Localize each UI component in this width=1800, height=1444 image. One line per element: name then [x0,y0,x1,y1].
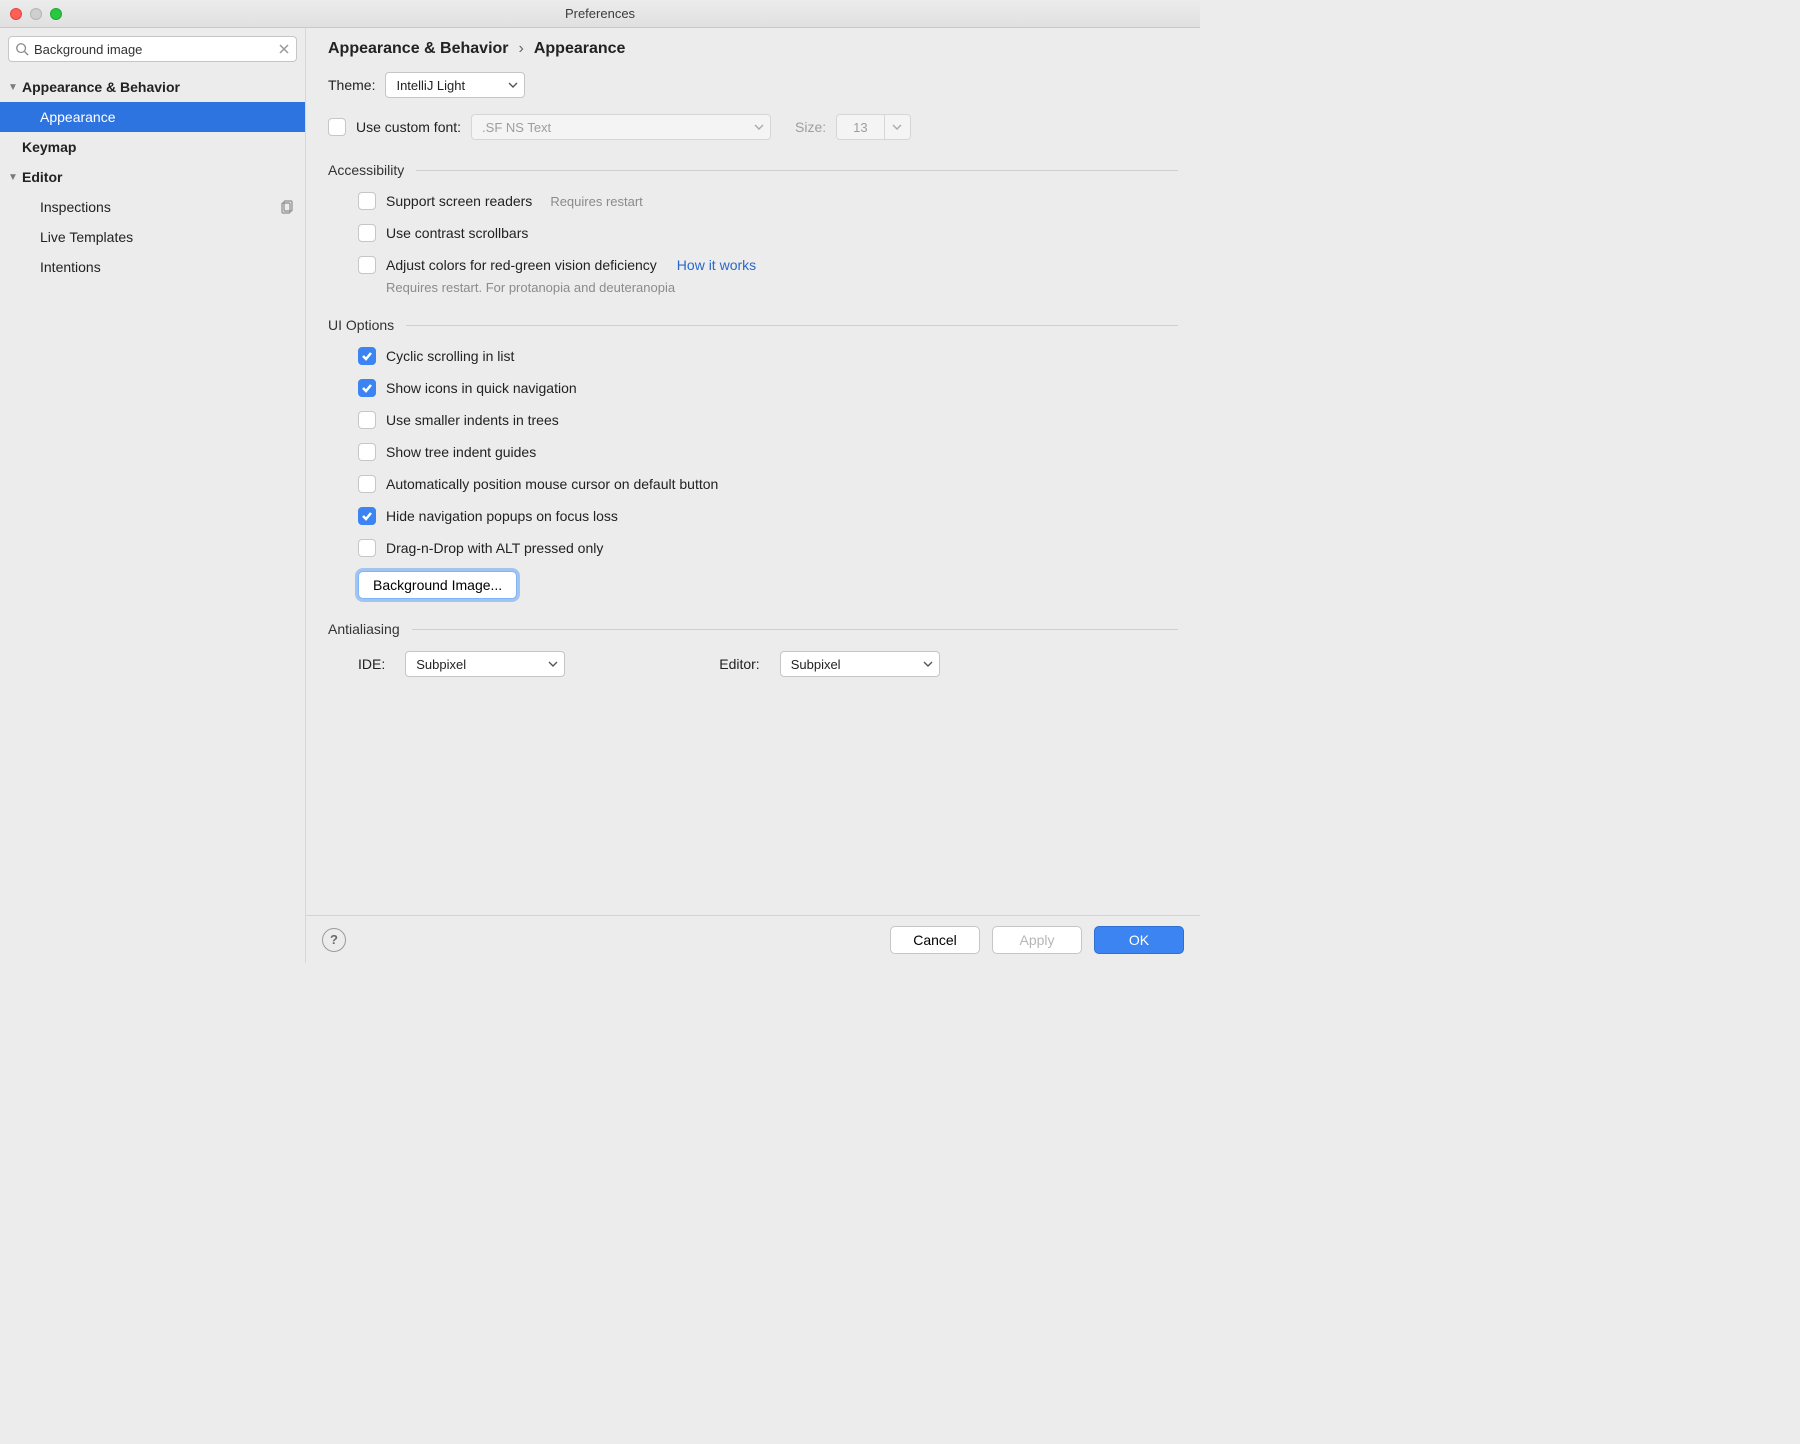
sidebar-item-label: Live Templates [40,229,305,245]
font-size-stepper: 13 [836,114,910,140]
breadcrumb-current: Appearance [534,40,626,58]
auto-cursor-label: Automatically position mouse cursor on d… [386,476,718,492]
tree-indent-guides-label: Show tree indent guides [386,444,536,460]
settings-tree: ▼ Appearance & Behavior Appearance ▼ Key… [0,68,305,282]
use-custom-font-label: Use custom font: [356,119,461,135]
contrast-scrollbars-checkbox[interactable] [358,224,376,242]
chevron-down-icon [508,80,518,90]
antialias-editor-select[interactable]: Subpixel [780,651,940,677]
window-title: Preferences [0,6,1200,21]
sidebar-item-label: Appearance [40,109,305,125]
requires-restart-hint: Requires restart [550,194,642,209]
search-input-wrapper[interactable] [8,36,297,62]
drag-alt-checkbox[interactable] [358,539,376,557]
sidebar-item-inspections[interactable]: Inspections [0,192,305,222]
copy-icon [281,200,295,214]
adjust-colors-label: Adjust colors for red-green vision defic… [386,257,657,273]
theme-value: IntelliJ Light [396,78,465,93]
smaller-indents-checkbox[interactable] [358,411,376,429]
background-image-button[interactable]: Background Image... [358,571,517,599]
antialias-editor-label: Editor: [719,656,759,672]
dialog-footer: ? Cancel Apply OK [306,915,1200,963]
cyclic-scrolling-checkbox[interactable] [358,347,376,365]
antialias-editor-value: Subpixel [791,657,841,672]
sidebar-item-intentions[interactable]: Intentions [0,252,305,282]
how-it-works-link[interactable]: How it works [677,257,756,273]
section-accessibility-title: Accessibility [328,162,404,178]
adjust-colors-hint: Requires restart. For protanopia and deu… [386,280,1178,295]
theme-label: Theme: [328,77,375,93]
chevron-down-icon [548,659,558,669]
auto-cursor-checkbox[interactable] [358,475,376,493]
chevron-right-icon: › [519,40,524,58]
sidebar-item-label: Inspections [40,199,305,215]
titlebar: Preferences [0,0,1200,28]
sidebar-item-live-templates[interactable]: Live Templates [0,222,305,252]
quick-nav-icons-label: Show icons in quick navigation [386,380,577,396]
sidebar-item-label: Editor [22,169,305,185]
font-value: .SF NS Text [482,120,551,135]
sidebar-item-appearance[interactable]: Appearance [0,102,305,132]
clear-search-icon[interactable] [278,43,290,55]
section-ui-options-title: UI Options [328,317,394,333]
drag-alt-label: Drag-n-Drop with ALT pressed only [386,540,603,556]
sidebar-item-editor[interactable]: ▼ Editor [0,162,305,192]
support-screen-readers-checkbox[interactable] [358,192,376,210]
smaller-indents-label: Use smaller indents in trees [386,412,559,428]
antialias-ide-label: IDE: [358,656,385,672]
divider [416,170,1178,171]
breadcrumb: Appearance & Behavior › Appearance [328,40,1178,58]
sidebar-item-appearance-behavior[interactable]: ▼ Appearance & Behavior [0,72,305,102]
adjust-colors-checkbox[interactable] [358,256,376,274]
support-screen-readers-label: Support screen readers [386,193,532,209]
tree-indent-guides-checkbox[interactable] [358,443,376,461]
section-antialiasing-title: Antialiasing [328,621,400,637]
ok-button[interactable]: OK [1094,926,1184,954]
sidebar-item-label: Appearance & Behavior [22,79,305,95]
divider [412,629,1178,630]
antialias-ide-select[interactable]: Subpixel [405,651,565,677]
hide-nav-popups-checkbox[interactable] [358,507,376,525]
apply-button[interactable]: Apply [992,926,1082,954]
hide-nav-popups-label: Hide navigation popups on focus loss [386,508,618,524]
use-custom-font-checkbox[interactable] [328,118,346,136]
font-family-select: .SF NS Text [471,114,771,140]
font-size-label: Size: [795,119,826,135]
search-icon [15,42,29,56]
chevron-down-icon [923,659,933,669]
breadcrumb-parent: Appearance & Behavior [328,40,509,58]
sidebar-item-label: Keymap [22,139,305,155]
chevron-down-icon [884,115,910,139]
font-size-value: 13 [837,115,883,139]
quick-nav-icons-checkbox[interactable] [358,379,376,397]
divider [406,325,1178,326]
sidebar-item-keymap[interactable]: ▼ Keymap [0,132,305,162]
contrast-scrollbars-label: Use contrast scrollbars [386,225,528,241]
cyclic-scrolling-label: Cyclic scrolling in list [386,348,514,364]
help-button[interactable]: ? [322,928,346,952]
search-input[interactable] [34,42,278,57]
theme-select[interactable]: IntelliJ Light [385,72,525,98]
antialias-ide-value: Subpixel [416,657,466,672]
chevron-down-icon [754,122,764,132]
sidebar: ▼ Appearance & Behavior Appearance ▼ Key… [0,28,306,963]
sidebar-item-label: Intentions [40,259,305,275]
cancel-button[interactable]: Cancel [890,926,980,954]
